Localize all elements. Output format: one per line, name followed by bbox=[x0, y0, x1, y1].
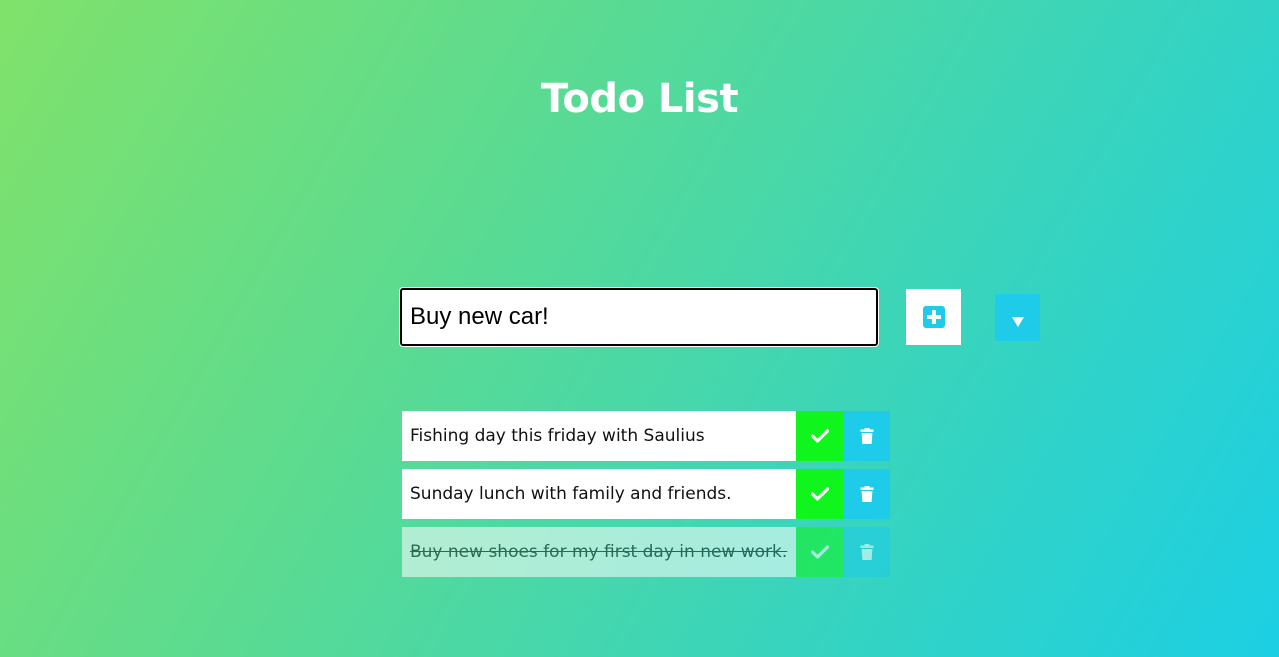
trash-icon bbox=[860, 428, 874, 444]
complete-button[interactable] bbox=[796, 469, 844, 519]
todo-item-completed: Buy new shoes for my first day in new wo… bbox=[402, 527, 890, 577]
add-todo-button[interactable] bbox=[906, 289, 961, 345]
todo-item: Sunday lunch with family and friends. bbox=[402, 469, 890, 519]
page-title: Todo List bbox=[540, 76, 739, 122]
trash-icon bbox=[860, 544, 874, 560]
check-icon bbox=[811, 429, 829, 443]
filter-dropdown-button[interactable] bbox=[995, 294, 1040, 341]
complete-button[interactable] bbox=[796, 527, 844, 577]
delete-button[interactable] bbox=[844, 411, 890, 461]
todo-item: Fishing day this friday with Saulius bbox=[402, 411, 890, 461]
complete-button[interactable] bbox=[796, 411, 844, 461]
plus-square-icon bbox=[922, 306, 945, 328]
todo-text: Sunday lunch with family and friends. bbox=[402, 469, 796, 519]
todo-list: Fishing day this friday with Saulius Sun… bbox=[402, 411, 890, 585]
todo-input[interactable] bbox=[399, 287, 879, 347]
delete-button[interactable] bbox=[844, 469, 890, 519]
caret-down-icon bbox=[1011, 316, 1024, 327]
check-icon bbox=[811, 487, 829, 501]
trash-icon bbox=[860, 486, 874, 502]
todo-text: Fishing day this friday with Saulius bbox=[402, 411, 796, 461]
delete-button[interactable] bbox=[844, 527, 890, 577]
todo-text: Buy new shoes for my first day in new wo… bbox=[402, 527, 796, 577]
check-icon bbox=[811, 545, 829, 559]
